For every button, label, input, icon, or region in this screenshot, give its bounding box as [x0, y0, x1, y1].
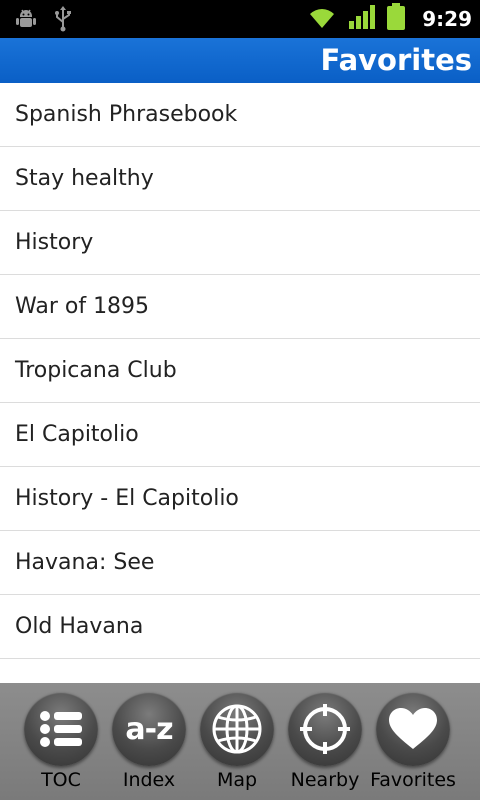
- map-button[interactable]: Map: [193, 683, 281, 800]
- a-z-icon-text: a-z: [125, 711, 173, 747]
- list-item[interactable]: Havana: See: [0, 531, 480, 595]
- title-bar: Favorites: [0, 38, 480, 83]
- map-label: Map: [216, 769, 258, 791]
- list-item[interactable]: History - El Capitolio: [0, 467, 480, 531]
- wifi-icon: [306, 4, 338, 34]
- favorites-list: Spanish Phrasebook Stay healthy History …: [0, 83, 480, 659]
- usb-icon: [54, 6, 72, 36]
- a-z-icon[interactable]: a-z: [112, 692, 186, 766]
- list-item[interactable]: Spanish Phrasebook: [0, 83, 480, 147]
- globe-icon[interactable]: [200, 692, 274, 766]
- favorites-label: Favorites: [370, 769, 456, 791]
- battery-icon: [386, 3, 406, 35]
- list-item[interactable]: Tropicana Club: [0, 339, 480, 403]
- toc-label: TOC: [41, 769, 81, 791]
- android-debug-icon: [14, 7, 38, 35]
- list-item[interactable]: Stay healthy: [0, 147, 480, 211]
- index-button[interactable]: a-z Index: [105, 683, 193, 800]
- list-item[interactable]: War of 1895: [0, 275, 480, 339]
- bottom-toolbar: TOC a-z Index Map Nearby Favorites: [0, 683, 480, 800]
- nearby-button[interactable]: Nearby: [281, 683, 369, 800]
- index-label: Index: [122, 769, 176, 791]
- toc-button[interactable]: TOC: [17, 683, 105, 800]
- signal-icon: [348, 4, 376, 34]
- toc-icon[interactable]: [24, 692, 98, 766]
- list-item[interactable]: El Capitolio: [0, 403, 480, 467]
- page-title: Favorites: [320, 43, 472, 77]
- nearby-label: Nearby: [290, 769, 360, 791]
- heart-icon[interactable]: [376, 692, 450, 766]
- crosshair-icon[interactable]: [288, 692, 362, 766]
- status-time: 9:29: [422, 7, 472, 31]
- status-bar: 9:29: [0, 0, 480, 38]
- list-item[interactable]: History: [0, 211, 480, 275]
- favorites-button[interactable]: Favorites: [369, 683, 457, 800]
- list-item[interactable]: Old Havana: [0, 595, 480, 659]
